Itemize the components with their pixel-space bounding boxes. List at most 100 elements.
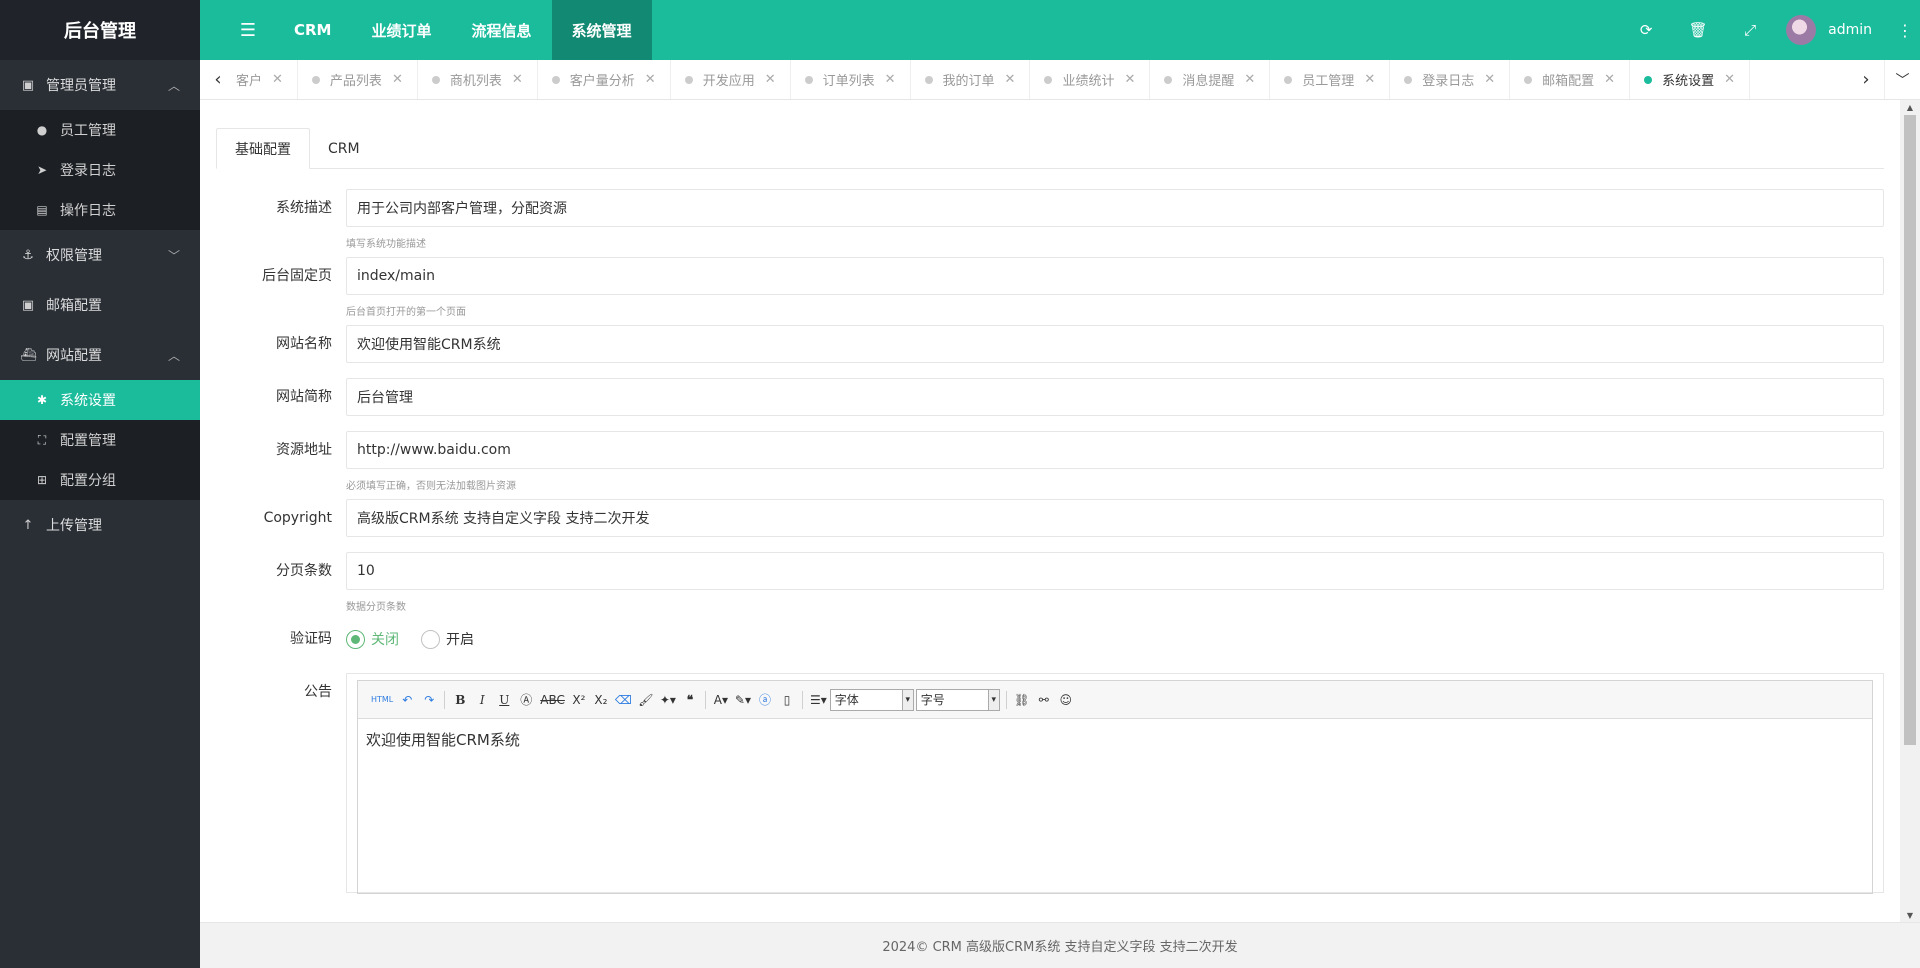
format-brush-icon[interactable]: 🖌 <box>635 689 657 711</box>
strikethrough-icon[interactable]: ABC <box>537 689 568 711</box>
tab-strip: ‹ 客户 ✕ 产品列表 ✕ 商机列表 ✕ 客户量分析 ✕ 开发应用 ✕ 订单列表 ✕ 我的订… <box>200 60 1920 100</box>
editor-content[interactable]: 欢迎使用智能CRM系统 <box>358 719 1872 760</box>
auto-format-icon[interactable]: ✦▾ <box>657 689 679 711</box>
line-height-icon[interactable]: ☰▾ <box>807 689 830 711</box>
close-icon[interactable]: ✕ <box>1244 72 1255 87</box>
tab-performance-stats[interactable]: 业绩统计 ✕ <box>1030 60 1151 99</box>
user-menu[interactable]: admin <box>1776 15 1890 45</box>
tab-crm-config[interactable]: CRM <box>310 128 378 169</box>
scroll-down-icon[interactable]: ▼ <box>1900 908 1920 922</box>
tab-mail-config[interactable]: 邮箱配置 ✕ <box>1510 60 1631 99</box>
tab-login-log[interactable]: 登录日志 ✕ <box>1390 60 1511 99</box>
close-icon[interactable]: ✕ <box>765 72 776 87</box>
tab-order-list[interactable]: 订单列表 ✕ <box>791 60 911 99</box>
tab-dot <box>1284 75 1293 84</box>
fullscreen-icon[interactable]: ⤢ <box>1724 0 1776 60</box>
undo-icon[interactable]: ↶ <box>396 689 418 711</box>
underline-icon[interactable]: U <box>493 689 515 711</box>
trash-icon[interactable]: 🗑 <box>1672 0 1724 60</box>
italic-icon[interactable]: I <box>471 689 493 711</box>
tab-dot <box>924 75 933 84</box>
close-icon[interactable]: ✕ <box>885 72 896 87</box>
eraser-icon[interactable]: ⌫ <box>612 689 635 711</box>
sidebar-item-login-log[interactable]: ➤ 登录日志 <box>0 150 200 190</box>
menu-permission[interactable]: ⚓ 权限管理 ﹀ <box>0 230 200 280</box>
tab-opportunity-list[interactable]: 商机列表 ✕ <box>418 60 538 99</box>
close-icon[interactable]: ✕ <box>645 72 656 87</box>
system-desc-input[interactable]: 用于公司内部客户管理，分配资源 <box>346 189 1884 227</box>
menu-mail-config[interactable]: ▣ 邮箱配置 <box>0 280 200 330</box>
select-all-icon[interactable]: ⓐ <box>754 689 776 711</box>
sidebar-item-system-settings[interactable]: ✱ 系统设置 <box>0 380 200 420</box>
ship-icon: ⛴ <box>20 347 37 363</box>
tab-dev-apps[interactable]: 开发应用 ✕ <box>671 60 791 99</box>
tab-basic-config[interactable]: 基础配置 <box>216 128 310 169</box>
bold-icon[interactable]: B <box>449 689 471 711</box>
captcha-on-radio[interactable]: 开启 <box>421 629 474 649</box>
tab-staff[interactable]: 员工管理 ✕ <box>1270 60 1391 99</box>
refresh-icon[interactable]: ⟳ <box>1620 0 1672 60</box>
resource-url-input[interactable]: http://www.baidu.com <box>346 431 1884 469</box>
scroll-up-icon[interactable]: ▲ <box>1900 100 1920 114</box>
site-name-input[interactable]: 欢迎使用智能CRM系统 <box>346 325 1884 363</box>
close-icon[interactable]: ✕ <box>1124 72 1135 87</box>
group-icon: ⊞ <box>36 473 48 487</box>
superscript-icon[interactable]: X² <box>568 689 590 711</box>
page-size-input[interactable]: 10 <box>346 552 1884 590</box>
tabs-next-icon[interactable]: › <box>1848 60 1884 99</box>
font-color-icon[interactable]: A▾ <box>710 689 732 711</box>
home-page-input[interactable]: index/main <box>346 257 1884 295</box>
tabs-menu-chevron-down-icon[interactable]: ﹀ <box>1884 60 1920 99</box>
font-family-select[interactable]: 字体 <box>829 688 914 711</box>
menu-toggle-icon[interactable]: ☰ <box>222 0 274 60</box>
notice-editor-wrap: HTML ↶ ↷ B I U Ⓐ ABC X² X₂ ⌫ 🖌 ✦▾ ❝ A▾ ✎… <box>346 673 1884 894</box>
close-icon[interactable]: ✕ <box>1005 72 1016 87</box>
top-nav-orders[interactable]: 业绩订单 <box>352 0 452 60</box>
sidebar-item-config-group[interactable]: ⊞ 配置分组 <box>0 460 200 500</box>
submenu-admin: ● 员工管理 ➤ 登录日志 ▤ 操作日志 <box>0 110 200 230</box>
close-icon[interactable]: ✕ <box>392 72 403 87</box>
menu-upload-manage[interactable]: ↑ 上传管理 <box>0 500 200 550</box>
blockquote-icon[interactable]: ❝ <box>679 689 701 711</box>
top-nav-system[interactable]: 系统管理 <box>551 0 652 60</box>
font-size-select[interactable]: 字号 <box>915 688 1000 711</box>
subscript-icon[interactable]: X₂ <box>590 689 612 711</box>
close-icon[interactable]: ✕ <box>272 72 283 87</box>
unlink-icon[interactable]: ⚯ <box>1033 689 1055 711</box>
tab-dot <box>804 75 813 84</box>
scrollbar-thumb[interactable] <box>1904 115 1916 745</box>
close-icon[interactable]: ✕ <box>1604 72 1615 87</box>
link-icon[interactable]: ⛓ <box>1011 689 1033 711</box>
tab-customer[interactable]: 客户 ✕ <box>236 60 298 99</box>
tabs-prev-icon[interactable]: ‹ <box>200 60 236 99</box>
tab-messages[interactable]: 消息提醒 ✕ <box>1150 60 1271 99</box>
menu-site-config[interactable]: ⛴ 网站配置 ︿ <box>0 330 200 380</box>
sidebar-item-config-manage[interactable]: ⛶ 配置管理 <box>0 420 200 460</box>
close-icon[interactable]: ✕ <box>1484 72 1495 87</box>
clear-doc-icon[interactable]: ▯ <box>776 689 798 711</box>
short-name-input[interactable]: 后台管理 <box>346 378 1884 416</box>
menu-admin-manage[interactable]: ▣ 管理员管理 ︿ <box>0 60 200 110</box>
captcha-off-radio[interactable]: 关闭 <box>346 629 399 649</box>
emoji-icon[interactable]: ☺ <box>1055 689 1077 711</box>
sidebar-item-operation-log[interactable]: ▤ 操作日志 <box>0 190 200 230</box>
font-border-icon[interactable]: Ⓐ <box>515 689 537 711</box>
close-icon[interactable]: ✕ <box>1724 72 1735 87</box>
tab-customer-analysis[interactable]: 客户量分析 ✕ <box>538 60 671 99</box>
row-home-page: 后台固定页 index/main 后台首页打开的第一个页面 <box>216 257 1884 318</box>
sidebar-item-staff[interactable]: ● 员工管理 <box>0 110 200 150</box>
close-icon[interactable]: ✕ <box>512 72 523 87</box>
tab-system-settings[interactable]: 系统设置 ✕ <box>1630 60 1750 99</box>
page-scrollbar[interactable]: ▲ ▼ <box>1900 100 1920 922</box>
close-icon[interactable]: ✕ <box>1364 72 1375 87</box>
top-nav-crm[interactable]: CRM <box>274 0 352 60</box>
tab-product-list[interactable]: 产品列表 ✕ <box>298 60 418 99</box>
user-icon: ● <box>36 123 48 137</box>
copyright-input[interactable]: 高级版CRM系统 支持自定义字段 支持二次开发 <box>346 499 1884 537</box>
more-vertical-icon[interactable]: ⋮ <box>1890 0 1920 60</box>
tab-my-orders[interactable]: 我的订单 ✕ <box>911 60 1031 99</box>
background-color-icon[interactable]: ✎▾ <box>732 689 754 711</box>
html-source-button[interactable]: HTML <box>368 689 396 711</box>
top-nav-process[interactable]: 流程信息 <box>452 0 552 60</box>
redo-icon[interactable]: ↷ <box>418 689 440 711</box>
